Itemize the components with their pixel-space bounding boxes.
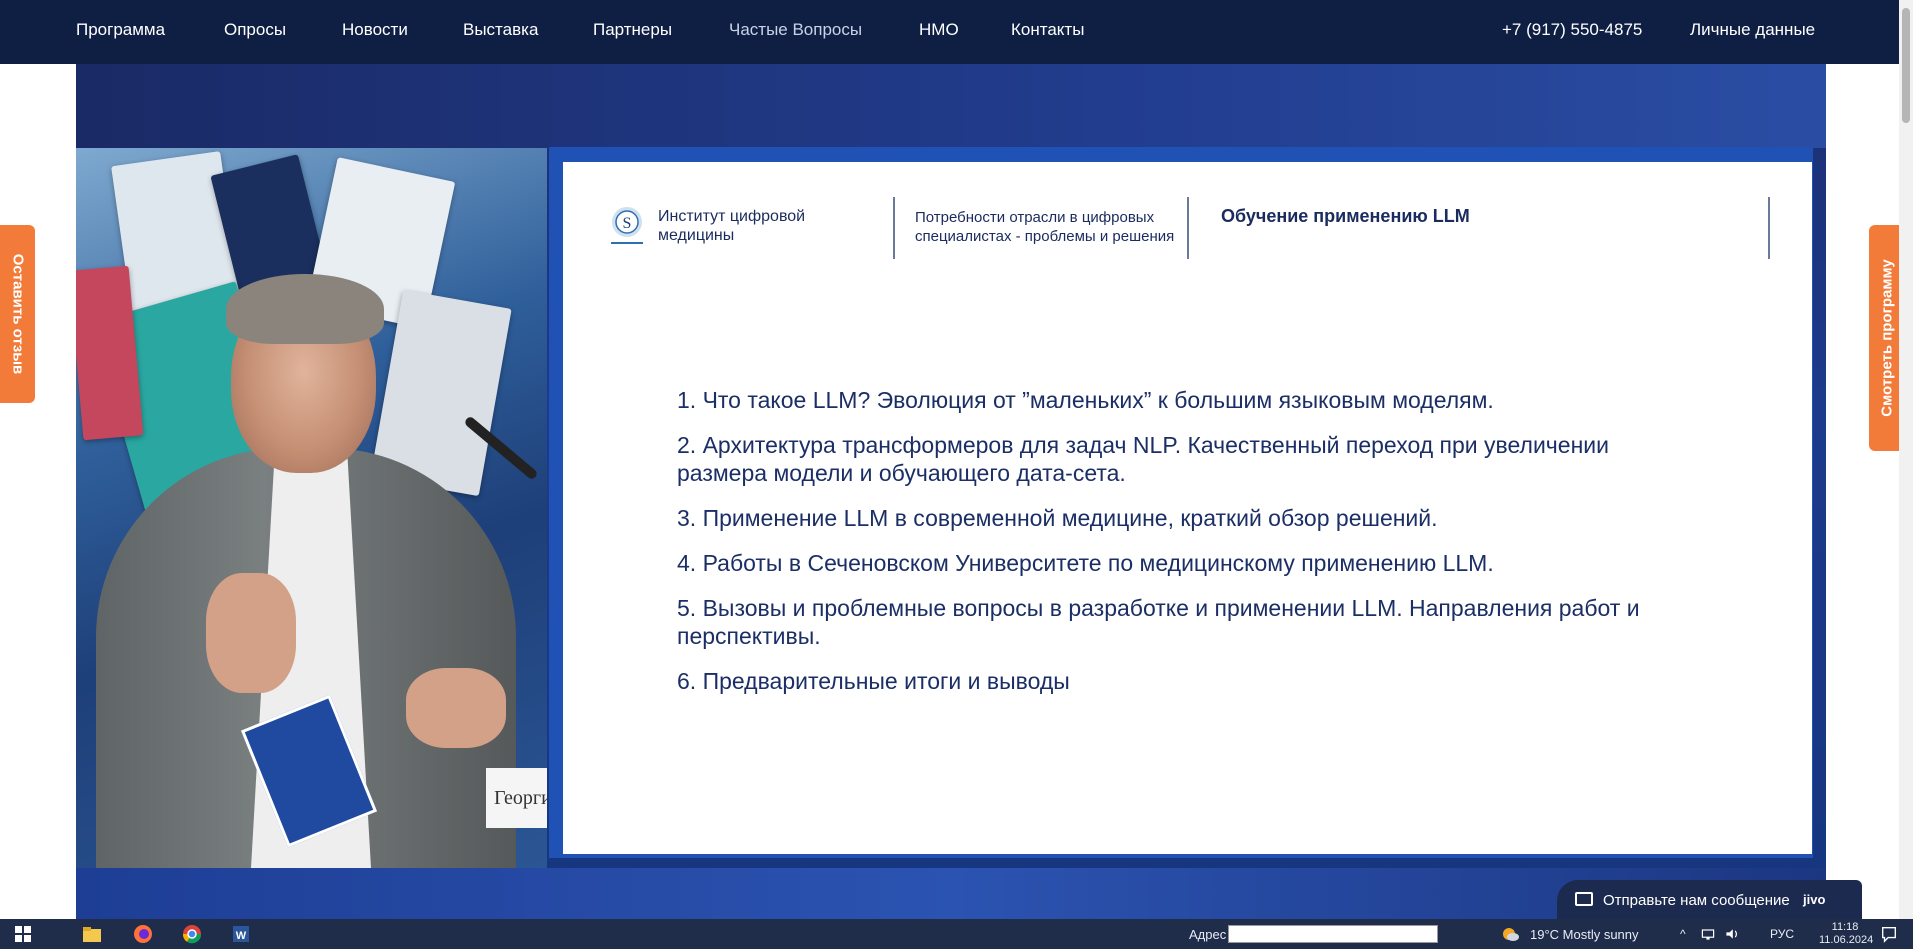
nav-item-nmo[interactable]: НМО	[919, 0, 959, 60]
leave-feedback-label: Оставить отзыв	[9, 253, 26, 375]
nav-item-surveys[interactable]: Опросы	[224, 0, 286, 60]
address-label: Адрес	[1189, 927, 1227, 942]
svg-text:W: W	[236, 930, 247, 942]
nav-item-partners[interactable]: Партнеры	[593, 0, 672, 60]
svg-text:S: S	[623, 215, 632, 232]
speaker-hand	[406, 668, 506, 748]
keyboard-language[interactable]: РУС	[1770, 927, 1794, 941]
leave-feedback-tab[interactable]: Оставить отзыв	[0, 225, 35, 403]
word-icon[interactable]: W	[231, 924, 251, 944]
agenda-item: 1. Что такое LLM? Эволюция от ”маленьких…	[677, 387, 1494, 413]
windows-start-icon[interactable]	[13, 924, 33, 944]
tray-chevron-icon[interactable]: ^	[1680, 927, 1686, 941]
view-program-label: Смотреть программу	[1878, 259, 1896, 417]
header-divider	[1768, 197, 1770, 259]
chat-brand: jivo	[1803, 892, 1826, 907]
agenda-item: 2. Архитектура трансформеров для задач N…	[677, 432, 1609, 486]
personal-data-link[interactable]: Личные данные	[1690, 0, 1815, 60]
agenda-item: 6. Предварительные итоги и выводы	[677, 668, 1070, 694]
presentation-slide: S Институт цифровой медицины Потребности…	[563, 162, 1812, 854]
chat-label: Отправьте нам сообщение	[1603, 892, 1790, 909]
speaker-hair	[226, 274, 384, 344]
nav-item-exhibition[interactable]: Выставка	[463, 0, 538, 60]
volume-icon[interactable]	[1724, 924, 1740, 944]
weather-sun-icon	[1503, 928, 1519, 941]
header-divider	[1187, 197, 1189, 259]
nav-item-program[interactable]: Программа	[76, 0, 165, 60]
chrome-icon[interactable]	[182, 924, 202, 944]
file-explorer-icon[interactable]	[82, 924, 102, 944]
message-icon	[1575, 892, 1593, 906]
nav-item-news[interactable]: Новости	[342, 0, 408, 60]
taskbar: W Адрес 19°C Mostly sunny ^ РУС 11:18 11…	[0, 919, 1913, 949]
name-plate: Георги	[486, 768, 547, 828]
top-navigation: Программа Опросы Новости Выставка Партне…	[0, 0, 1913, 64]
slide-title: Обучение применению LLM	[1221, 206, 1470, 226]
speaker-camera: Георги	[76, 148, 547, 868]
scrollbar-thumb[interactable]	[1902, 8, 1910, 123]
slide-org-name: Институт цифровой медицины	[658, 208, 806, 244]
notifications-icon[interactable]	[1880, 924, 1898, 944]
agenda-item: 4. Работы в Сеченовском Университете по …	[677, 550, 1494, 576]
clock[interactable]: 11:18 11.06.2024	[1819, 921, 1874, 947]
chat-widget-button[interactable]: Отправьте нам сообщение jivo	[1557, 880, 1862, 922]
clock-date: 11.06.2024	[1819, 934, 1874, 946]
slide-agenda-list: 1. Что такое LLM? Эволюция от ”маленьких…	[677, 386, 1687, 712]
clock-time: 11:18	[1831, 921, 1859, 933]
agenda-item: 5. Вызовы и проблемные вопросы в разрабо…	[677, 595, 1640, 649]
agenda-item: 3. Применение LLM в современной медицине…	[677, 505, 1438, 531]
slide-section-name: Потребности отрасли в цифровых специалис…	[915, 209, 1175, 245]
nav-item-contacts[interactable]: Контакты	[1011, 0, 1084, 60]
weather-text[interactable]: 19°C Mostly sunny	[1530, 927, 1639, 942]
address-bar-input[interactable]	[1228, 925, 1438, 943]
nav-item-faq[interactable]: Частые Вопросы	[729, 0, 862, 60]
page-scrollbar[interactable]	[1899, 0, 1913, 919]
firefox-icon[interactable]	[133, 924, 153, 944]
phone-link[interactable]: +7 (917) 550-4875	[1502, 0, 1642, 60]
header-divider	[893, 197, 895, 259]
sechenov-logo-icon: S	[611, 207, 643, 244]
network-icon[interactable]	[1700, 924, 1716, 944]
speaker-hand	[206, 573, 296, 693]
